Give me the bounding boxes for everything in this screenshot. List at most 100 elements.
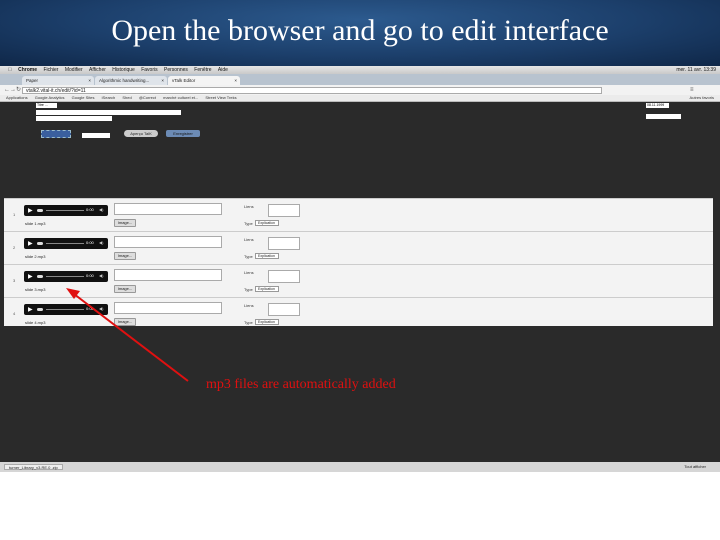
bookmark-item[interactable]: Shed <box>122 95 131 100</box>
type-select[interactable]: Explication <box>255 253 279 259</box>
menu-historique[interactable]: Historique <box>112 67 135 73</box>
links-input[interactable] <box>268 303 300 316</box>
type-label: Type <box>244 287 253 292</box>
menu-modifier[interactable]: Modifier <box>65 67 83 73</box>
subtitle-input[interactable] <box>36 116 112 121</box>
slides-dropzone[interactable] <box>41 130 71 138</box>
mp3-filename: slide 2.mp3 <box>25 254 46 259</box>
links-label: Liens <box>244 237 254 242</box>
image-button[interactable]: Image... <box>114 285 136 293</box>
type-select[interactable]: Explication <box>255 286 279 292</box>
audio-time: 0:00 <box>86 240 94 245</box>
slide-footer <box>0 472 720 540</box>
menu-personnes[interactable]: Personnes <box>164 67 188 73</box>
preview-button[interactable]: Aperçu TalK <box>124 130 158 137</box>
audio-player[interactable]: ▶ 0:00 ◀) <box>24 205 108 216</box>
audio-player[interactable]: ▶ 0:00 ◀) <box>24 238 108 249</box>
slide-text-input[interactable] <box>114 203 222 215</box>
image-button[interactable]: Image... <box>114 219 136 227</box>
menu-chrome[interactable]: Chrome <box>18 67 37 73</box>
menu-favoris[interactable]: Favoris <box>141 67 157 73</box>
volume-icon[interactable]: ◀) <box>99 240 103 245</box>
browser-screenshot:  Chrome Fichier Modifier Afficher Histo… <box>0 66 720 472</box>
type-select[interactable]: Explication <box>255 319 279 325</box>
bookmark-item[interactable]: Google Sites <box>72 95 95 100</box>
date-input[interactable]: 08.11.1999 <box>646 103 669 108</box>
links-label: Liens <box>244 303 254 308</box>
links-input[interactable] <box>268 237 300 250</box>
bookmark-item[interactable]: Applications <box>6 95 28 100</box>
type-label: Type <box>244 254 253 259</box>
download-bar: turner_Library_v3.RE.0 .zip Tout affiche… <box>0 462 720 472</box>
type-label: Type <box>244 221 253 226</box>
slide-row: 1 ▶ 0:00 ◀) slide 1.mp3 Image... Liens Typ… <box>4 199 713 232</box>
bookmark-item[interactable]: Google Analytics <box>35 95 65 100</box>
bookmark-item[interactable]: Street View Treks <box>205 95 236 100</box>
image-button[interactable]: Image... <box>114 252 136 260</box>
slides-panel: 1 ▶ 0:00 ◀) slide 1.mp3 Image... Liens Typ… <box>4 198 713 326</box>
close-icon[interactable]: × <box>234 76 237 85</box>
bookmarks-bar: Applications Google Analytics Google Sit… <box>0 95 720 102</box>
bookmark-item[interactable]: marché culturel et... <box>163 95 198 100</box>
apple-icon[interactable]:  <box>8 67 12 73</box>
close-icon[interactable]: × <box>161 76 164 85</box>
annotation-caption: mp3 files are automatically added <box>206 377 396 392</box>
mp3-filename: slide 4.mp3 <box>25 320 46 325</box>
type-label: Type <box>244 320 253 325</box>
slide-title: Open the browser and go to edit interfac… <box>111 14 609 47</box>
play-icon[interactable]: ▶ <box>28 306 33 313</box>
save-button[interactable]: Enregistrer <box>166 130 200 137</box>
slides-count-input[interactable] <box>82 133 110 138</box>
other-bookmarks[interactable]: Autres favoris <box>690 95 714 101</box>
links-input[interactable] <box>268 270 300 283</box>
tab-paper[interactable]: Paper × <box>22 76 94 85</box>
audio-player[interactable]: ▶ 0:00 ◀) <box>24 271 108 282</box>
row-number: 4 <box>13 311 16 316</box>
close-icon[interactable]: × <box>88 76 91 85</box>
slide-text-input[interactable] <box>114 236 222 248</box>
slide-text-input[interactable] <box>114 302 222 314</box>
play-icon[interactable]: ▶ <box>28 207 33 214</box>
links-label: Liens <box>244 270 254 275</box>
menu-fenetre[interactable]: Fenêtre <box>194 67 211 73</box>
audio-time: 0:00 <box>86 207 94 212</box>
download-item[interactable]: turner_Library_v3.RE.0 .zip <box>4 464 63 470</box>
image-button[interactable]: Image... <box>114 318 136 326</box>
menu-icon[interactable]: ≡ <box>690 85 694 95</box>
volume-icon[interactable]: ◀) <box>99 207 103 212</box>
row-number: 3 <box>13 278 16 283</box>
play-icon[interactable]: ▶ <box>28 273 33 280</box>
menubar-clock: mer. 11 avr. 13:39 <box>676 67 716 73</box>
type-select[interactable]: Explication <box>255 220 279 226</box>
slide-text-input[interactable] <box>114 269 222 281</box>
links-input[interactable] <box>268 204 300 217</box>
author-input[interactable] <box>646 114 681 119</box>
bookmark-item[interactable]: @Correct <box>139 95 156 100</box>
tab-strip: Paper × Algorithmic handwriting... × vTalk… <box>0 74 720 85</box>
address-bar: ← → ↻ vtalk2.vital-it.ch/edit/?id=11 ≡ <box>0 85 720 95</box>
row-number: 2 <box>13 245 16 250</box>
links-label: Liens <box>244 204 254 209</box>
show-all-downloads[interactable]: Tout afficher <box>684 462 706 472</box>
slide-row: 3 ▶ 0:00 ◀) slide 3.mp3 Image... Liens Typ… <box>4 265 713 298</box>
bookmark-item[interactable]: iSearch <box>102 95 116 100</box>
volume-icon[interactable]: ◀) <box>99 306 103 311</box>
menu-afficher[interactable]: Afficher <box>89 67 106 73</box>
title-select[interactable]: Titre ... <box>36 103 57 108</box>
mp3-filename: slide 1.mp3 <box>25 221 46 226</box>
menu-fichier[interactable]: Fichier <box>43 67 58 73</box>
slide-row: 4 ▶ 0:00 ◀) slide 4.mp3 Image... Liens Typ… <box>4 298 713 326</box>
audio-time: 0:00 <box>86 306 94 311</box>
row-number: 1 <box>13 212 16 217</box>
url-input[interactable]: vtalk2.vital-it.ch/edit/?id=11 <box>22 86 602 94</box>
mp3-filename: slide 3.mp3 <box>25 287 46 292</box>
title-input[interactable] <box>36 110 181 115</box>
reload-icon[interactable]: ↻ <box>16 85 21 95</box>
menu-aide[interactable]: Aide <box>218 67 228 73</box>
tab-handwriting[interactable]: Algorithmic handwriting... × <box>95 76 167 85</box>
volume-icon[interactable]: ◀) <box>99 273 103 278</box>
tab-vtalk-editor[interactable]: vTalk Editor × <box>168 76 240 85</box>
play-icon[interactable]: ▶ <box>28 240 33 247</box>
audio-player[interactable]: ▶ 0:00 ◀) <box>24 304 108 315</box>
slide-header: Open the browser and go to edit interfac… <box>0 0 720 66</box>
